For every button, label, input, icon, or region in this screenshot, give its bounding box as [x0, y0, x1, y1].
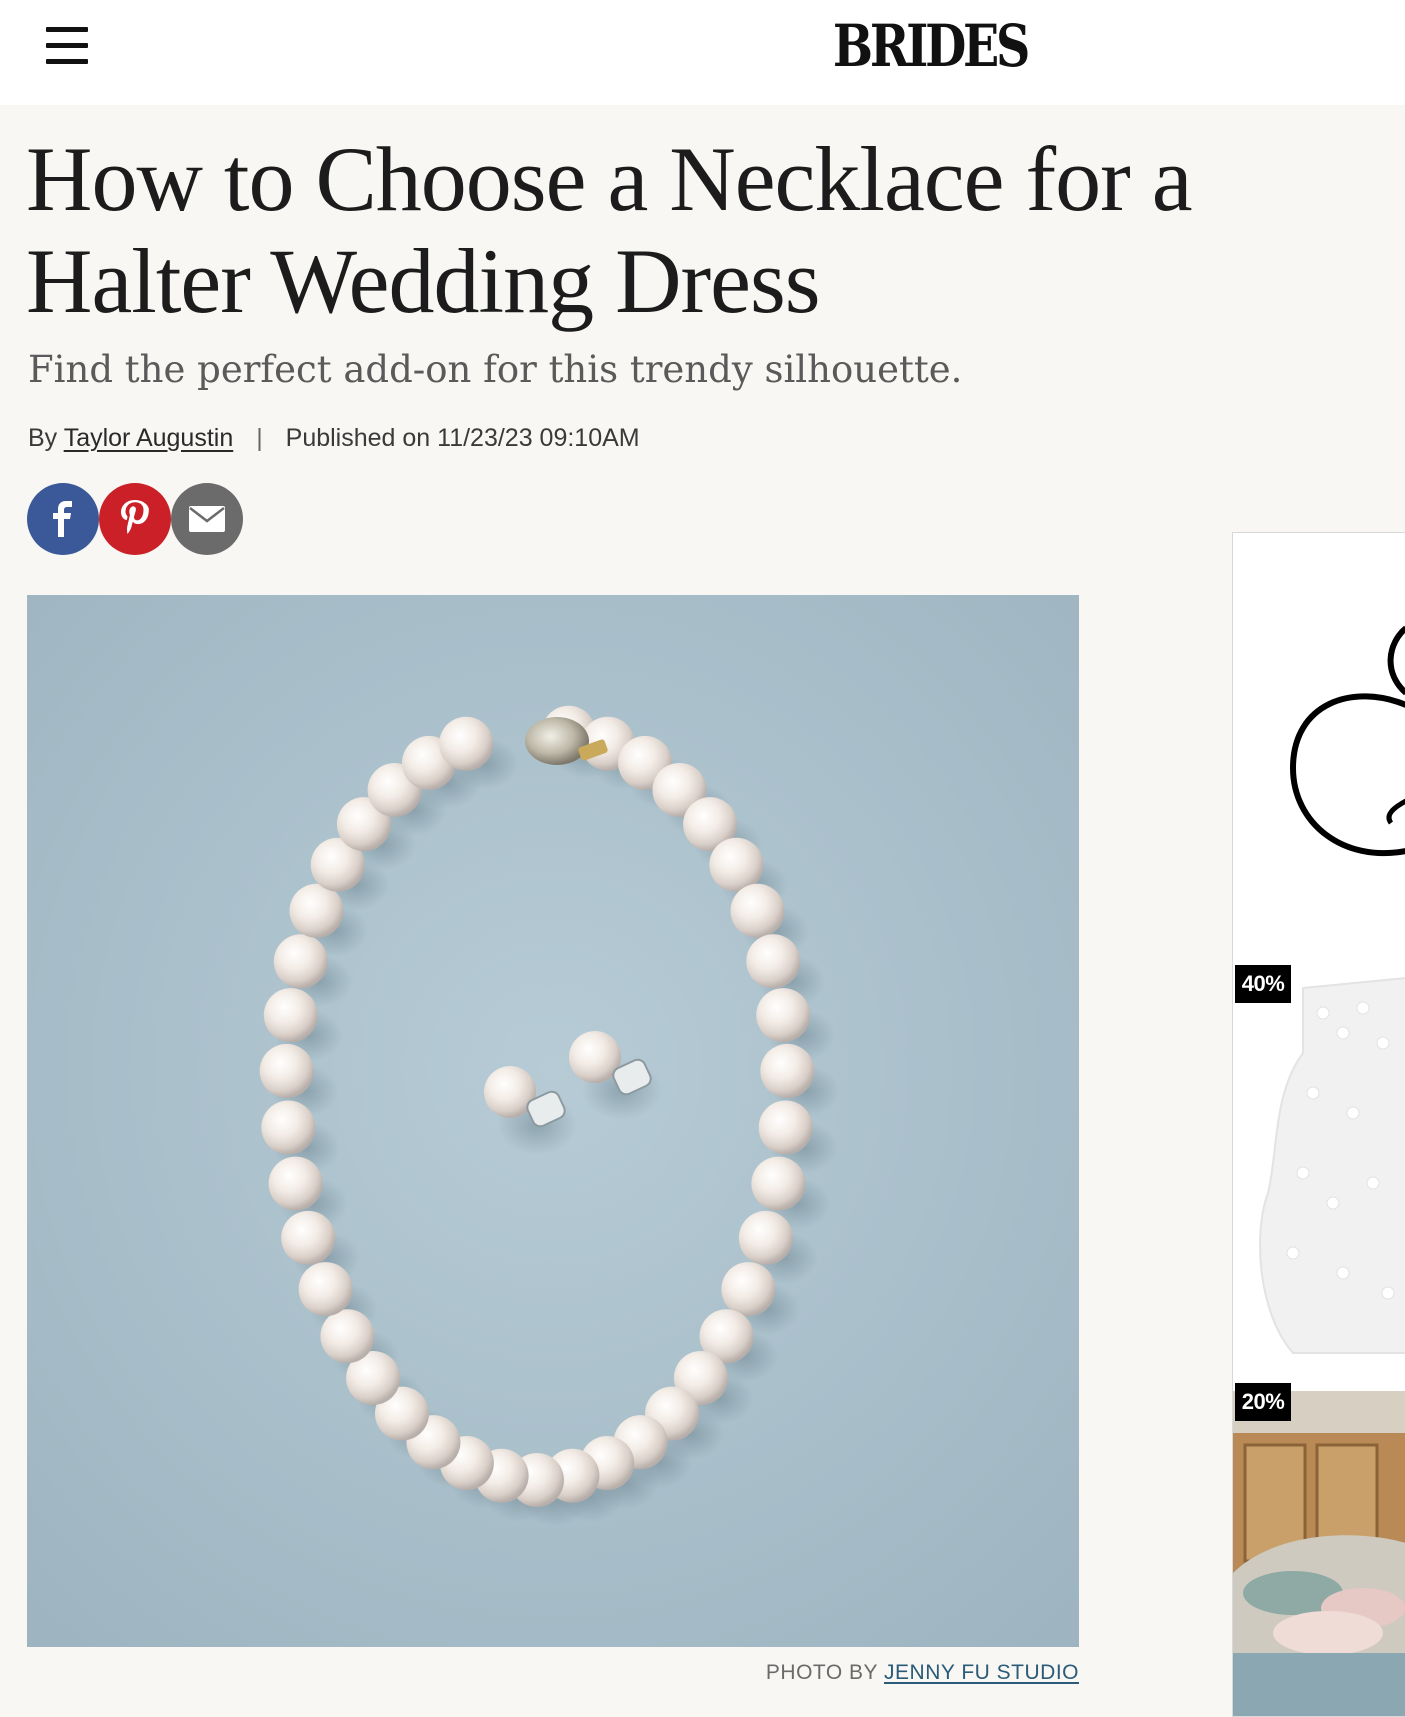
- pearl: [261, 1100, 316, 1155]
- pearl: [263, 988, 318, 1043]
- article-subtitle: Find the perfect add-on for this trendy …: [28, 348, 963, 391]
- author-link[interactable]: Taylor Augustin: [64, 424, 234, 452]
- discount-badge: 20%: [1235, 1383, 1291, 1421]
- pearl: [298, 1262, 353, 1317]
- hero-image: [27, 595, 1079, 1647]
- pearl: [758, 1100, 813, 1155]
- article-title: How to Choose a Necklace for a Halter We…: [26, 128, 1193, 332]
- pearl: [289, 883, 344, 938]
- facebook-icon: [53, 501, 72, 537]
- pearl: [760, 1043, 815, 1098]
- pearl: [281, 1210, 336, 1265]
- pinterest-share-button[interactable]: [99, 483, 171, 555]
- pinterest-icon: [121, 500, 149, 534]
- pearl: [756, 988, 811, 1043]
- site-logo[interactable]: BRIDES: [823, 10, 1036, 82]
- pearl: [320, 1309, 375, 1364]
- byline-prefix: By: [28, 424, 58, 452]
- sidebar-ad[interactable]: 40% 20%: [1232, 532, 1405, 1717]
- email-share-button[interactable]: [171, 483, 243, 555]
- email-icon: [189, 506, 225, 532]
- pearl: [730, 883, 785, 938]
- pearl: [709, 837, 764, 892]
- menu-bar-bottom: [46, 59, 88, 64]
- pearl: [268, 1156, 323, 1211]
- facebook-share-button[interactable]: [27, 483, 99, 555]
- menu-bar-middle: [46, 43, 88, 48]
- pearl: [746, 934, 801, 989]
- discount-badge: 40%: [1235, 965, 1291, 1003]
- photo-credit: PHOTO BY JENNY FU STUDIO: [27, 1661, 1079, 1685]
- ad-artwork: [1233, 625, 1405, 1716]
- byline: By Taylor Augustin | Published on 11/23/…: [28, 424, 640, 453]
- pearl: [259, 1043, 314, 1098]
- pearl: [751, 1156, 806, 1211]
- pearl: [738, 1210, 793, 1265]
- byline-separator: |: [256, 424, 263, 452]
- hamburger-menu-icon[interactable]: [46, 27, 88, 65]
- pearl: [721, 1262, 776, 1317]
- pearl: [439, 716, 494, 771]
- pearl-necklace-illustration: [27, 595, 1079, 1647]
- photo-credit-prefix: PHOTO BY: [765, 1661, 878, 1684]
- pearl: [273, 934, 328, 989]
- photo-credit-link[interactable]: JENNY FU STUDIO: [884, 1661, 1079, 1684]
- publish-date: Published on 11/23/23 09:10AM: [285, 424, 640, 452]
- site-header: BRIDES: [0, 0, 1405, 105]
- menu-bar-top: [46, 27, 88, 32]
